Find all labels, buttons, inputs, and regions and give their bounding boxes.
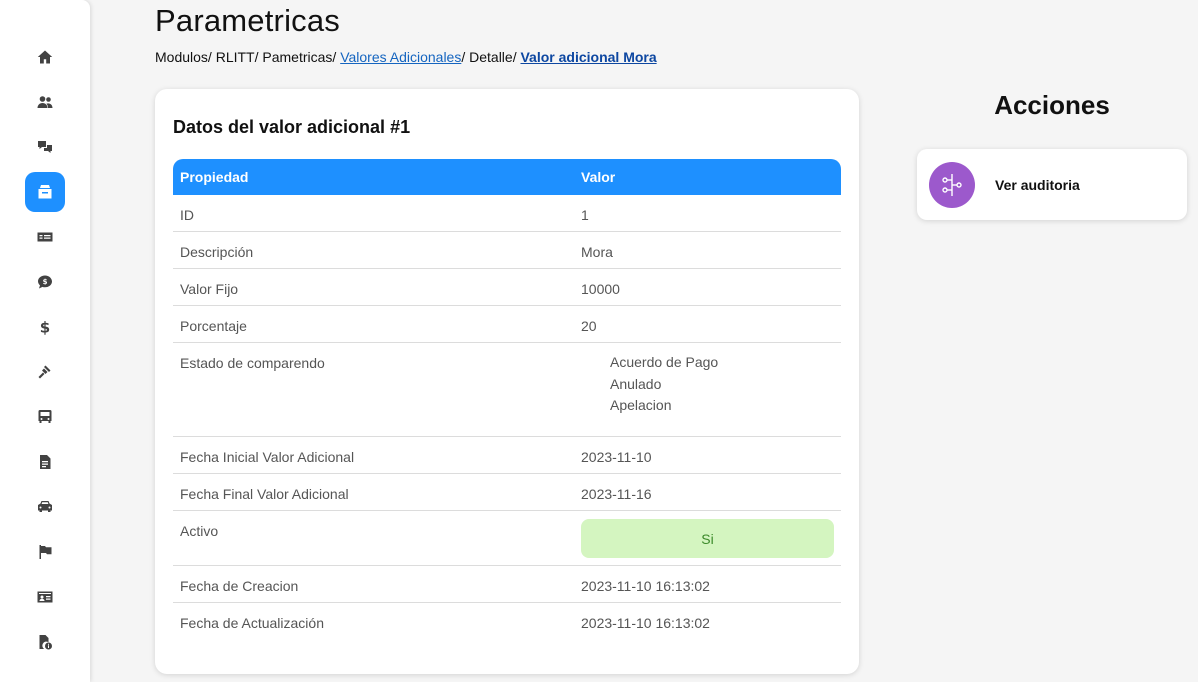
row-value: 10000 bbox=[581, 281, 620, 297]
row-value: 2023-11-10 16:13:02 bbox=[581, 578, 710, 594]
users-icon bbox=[37, 96, 53, 108]
status-badge: Si bbox=[581, 519, 834, 558]
row-label: Valor Fijo bbox=[180, 281, 239, 297]
sidebar-item-home[interactable] bbox=[25, 37, 65, 77]
row-label: Descripción bbox=[180, 244, 254, 260]
sidebar-item-file-info[interactable] bbox=[25, 622, 65, 662]
sidebar-item-translate[interactable] bbox=[25, 127, 65, 167]
list-item: Anulado bbox=[610, 375, 662, 392]
table-row: Fecha de Actualización 2023-11-10 16:13:… bbox=[173, 603, 841, 640]
home-icon bbox=[37, 50, 53, 64]
sidebar-item-parametrics[interactable] bbox=[25, 172, 65, 212]
gavel-icon bbox=[38, 365, 51, 379]
dollar-chat-icon: $ bbox=[38, 275, 52, 289]
row-label: Activo bbox=[180, 523, 219, 539]
breadcrumb: Modulos/ RLITT/ Pametricas/ Valores Adic… bbox=[155, 49, 657, 65]
sidebar-item-users[interactable] bbox=[25, 82, 65, 122]
table-header: Propiedad Valor bbox=[173, 159, 841, 195]
actions-title: Acciones bbox=[994, 90, 1110, 120]
breadcrumb-link-current[interactable]: Valor adicional Mora bbox=[520, 49, 656, 65]
sidebar-item-reports[interactable] bbox=[25, 532, 65, 572]
table-row: Porcentaje 20 bbox=[173, 306, 841, 343]
sidebar-item-documents[interactable] bbox=[25, 442, 65, 482]
table-row: Activo Si bbox=[173, 511, 841, 566]
row-label: Fecha de Actualización bbox=[180, 615, 324, 631]
sidebar-item-legal[interactable] bbox=[25, 352, 65, 392]
column-header-value: Valor bbox=[581, 169, 616, 185]
breadcrumb-rlitt: RLITT/ bbox=[215, 49, 263, 65]
dollar-icon: $ bbox=[40, 319, 50, 335]
row-label: Fecha Final Valor Adicional bbox=[180, 486, 349, 502]
sidebar: $ $ bbox=[0, 0, 90, 682]
document-icon bbox=[40, 455, 51, 469]
row-value: Si bbox=[574, 511, 841, 565]
table-row: ID 1 bbox=[173, 195, 841, 232]
sidebar-item-vehicles[interactable] bbox=[25, 487, 65, 527]
estado-list: Acuerdo de Pago Anulado Apelacion bbox=[581, 352, 841, 417]
table-row: Fecha Final Valor Adicional 2023-11-16 bbox=[173, 474, 841, 511]
table-row: Fecha Inicial Valor Adicional 2023-11-10 bbox=[173, 437, 841, 474]
sidebar-item-licenses[interactable] bbox=[25, 577, 65, 617]
row-label: Porcentaje bbox=[180, 318, 247, 334]
row-label: Fecha de Creacion bbox=[180, 578, 299, 594]
list-item: Acuerdo de Pago bbox=[610, 354, 719, 370]
page-title: Parametricas bbox=[155, 3, 341, 38]
svg-text:$: $ bbox=[43, 278, 48, 286]
detail-card: Datos del valor adicional #1 Propiedad V… bbox=[155, 89, 859, 674]
id-card-icon bbox=[37, 591, 53, 603]
row-value: 2023-11-16 bbox=[581, 486, 652, 502]
row-value: 1 bbox=[581, 207, 589, 223]
flag-icon bbox=[39, 545, 52, 559]
column-header-property: Propiedad bbox=[180, 169, 249, 185]
svg-text:$: $ bbox=[40, 319, 50, 335]
table-row: Descripción Mora bbox=[173, 232, 841, 269]
row-value: 2023-11-10 bbox=[581, 449, 652, 465]
audit-icon bbox=[929, 161, 975, 208]
ver-auditoria-button[interactable]: Ver auditoria bbox=[917, 149, 1187, 220]
translate-icon bbox=[38, 141, 52, 153]
parametrics-icon bbox=[38, 185, 52, 199]
detail-table: Propiedad Valor ID 1 Descripción Mora Va… bbox=[173, 159, 841, 640]
breadcrumb-pametricas: Pametricas/ bbox=[262, 49, 341, 65]
breadcrumb-link-valores-adicionales[interactable]: Valores Adicionales bbox=[340, 49, 461, 65]
row-value: 20 bbox=[581, 318, 597, 334]
sidebar-item-payments[interactable]: $ bbox=[25, 262, 65, 302]
row-value: 2023-11-10 16:13:02 bbox=[581, 615, 710, 631]
row-label: ID bbox=[180, 207, 194, 223]
car-icon bbox=[38, 501, 52, 512]
row-label: Fecha Inicial Valor Adicional bbox=[180, 449, 355, 465]
sidebar-item-transport[interactable] bbox=[25, 397, 65, 437]
row-value: Acuerdo de Pago Anulado Apelacion bbox=[574, 343, 841, 436]
row-value: Mora bbox=[581, 244, 613, 260]
breadcrumb-detalle: / Detalle/ bbox=[461, 49, 521, 65]
sidebar-item-dollar[interactable]: $ bbox=[25, 307, 65, 347]
table-row: Fecha de Creacion 2023-11-10 16:13:02 bbox=[173, 566, 841, 603]
table-row: Estado de comparendo Acuerdo de Pago Anu… bbox=[173, 343, 841, 437]
list-item: Apelacion bbox=[610, 397, 672, 413]
file-info-icon bbox=[39, 635, 52, 650]
sidebar-item-money[interactable] bbox=[25, 217, 65, 257]
card-title: Datos del valor adicional #1 bbox=[173, 117, 411, 137]
bus-icon bbox=[38, 410, 52, 423]
money-card-icon bbox=[37, 232, 53, 242]
table-row: Valor Fijo 10000 bbox=[173, 269, 841, 306]
breadcrumb-modulos: Modulos/ bbox=[155, 49, 216, 65]
row-label: Estado de comparendo bbox=[180, 355, 325, 371]
action-label: Ver auditoria bbox=[995, 176, 1080, 193]
